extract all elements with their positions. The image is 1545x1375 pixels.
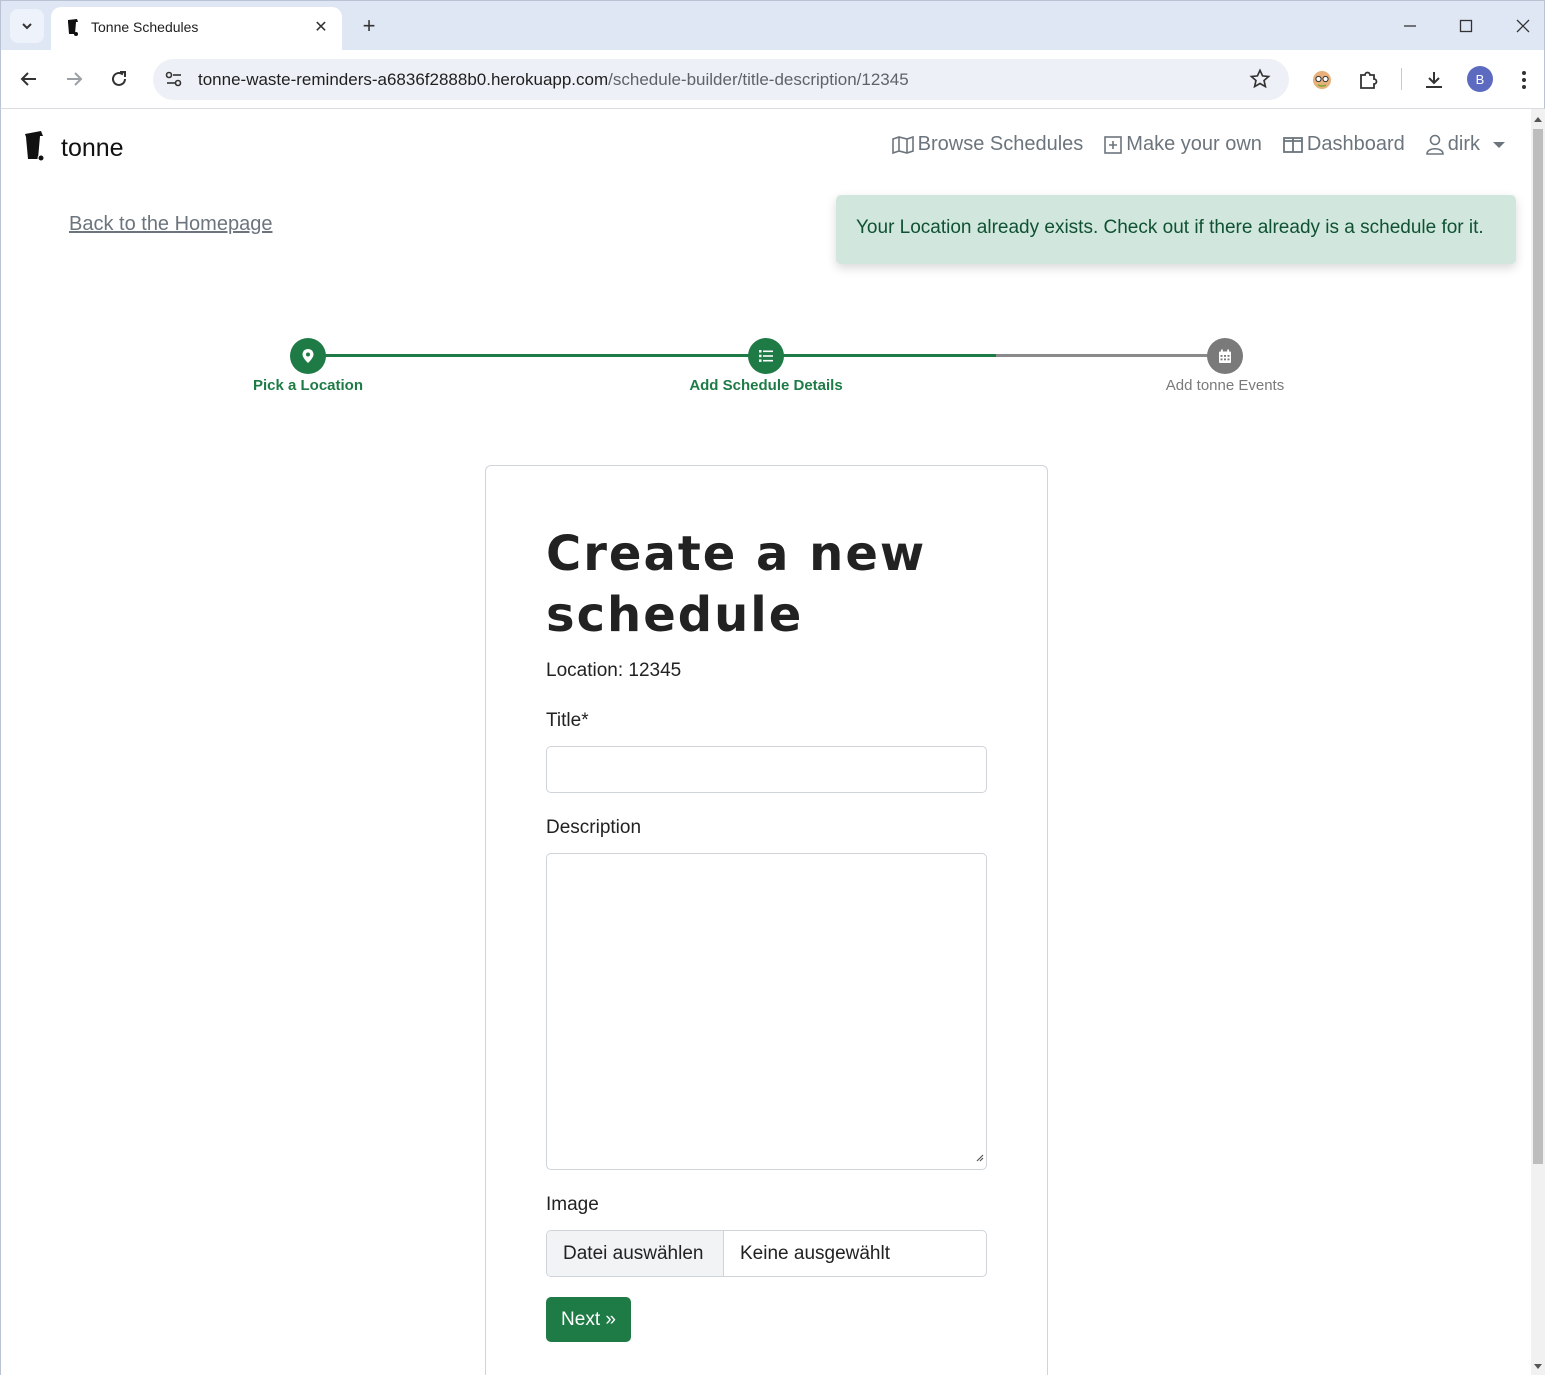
step-2-label: Add Schedule Details: [689, 377, 843, 394]
file-status: Keine ausgewählt: [740, 1242, 890, 1264]
profile-avatar[interactable]: B: [1467, 66, 1493, 92]
step-3-circle: [1207, 338, 1243, 374]
description-textarea[interactable]: [546, 853, 987, 1170]
minimize-button[interactable]: [1397, 13, 1423, 39]
close-window-button[interactable]: [1510, 13, 1536, 39]
browser-menu-icon[interactable]: [1510, 66, 1538, 94]
brand-name: tonne: [61, 134, 124, 162]
browser-tab-bar: Tonne Schedules ✕ +: [0, 0, 1545, 51]
download-icon[interactable]: [1420, 66, 1448, 94]
top-navigation: Browse Schedules Make your own Dashboard…: [891, 133, 1505, 156]
image-label: Image: [546, 1194, 599, 1215]
tab-search-button[interactable]: [10, 9, 44, 43]
step-3-label: Add tonne Events: [1165, 377, 1285, 394]
nav-dashboard[interactable]: Dashboard: [1282, 133, 1405, 156]
person-icon: [1425, 134, 1444, 155]
location-display: Location: 12345: [546, 660, 682, 681]
nav-user-menu[interactable]: dirk: [1425, 133, 1505, 156]
title-input[interactable]: [546, 746, 987, 793]
image-file-input[interactable]: Datei auswählen Keine ausgewählt: [546, 1230, 987, 1277]
nav-browse-schedules-label: Browse Schedules: [917, 133, 1084, 155]
page-viewport: tonne Browse Schedules Make your own Das…: [0, 109, 1531, 1375]
step-1-circle: [290, 338, 326, 374]
next-button[interactable]: Next »: [546, 1297, 631, 1342]
description-label: Description: [546, 817, 642, 838]
maximize-button[interactable]: [1453, 13, 1479, 39]
caret-down-icon: [1493, 141, 1505, 148]
map-icon: [891, 135, 914, 154]
browser-toolbar: tonne-waste-reminders-a6836f2888b0.herok…: [0, 50, 1545, 109]
nav-user-label: dirk: [1447, 133, 1480, 155]
scrollbar-thumb[interactable]: [1533, 129, 1543, 1164]
nav-browse-schedules[interactable]: Browse Schedules: [891, 133, 1084, 156]
back-button[interactable]: [14, 64, 44, 94]
arrow-left-icon: [20, 72, 36, 86]
title-label: Title*: [546, 710, 589, 731]
location-exists-alert: Your Location already exists. Check out …: [836, 195, 1516, 264]
columns-icon: [1283, 136, 1303, 153]
extensions-puzzle-icon[interactable]: [1354, 66, 1382, 94]
scroll-up-arrow-icon[interactable]: [1534, 117, 1542, 122]
new-tab-button[interactable]: +: [356, 13, 382, 39]
page-scrollbar[interactable]: [1531, 109, 1545, 1375]
tonne-bin-logo-icon: [21, 129, 49, 168]
choose-file-button[interactable]: Datei auswählen: [547, 1231, 724, 1276]
bookmark-star-icon[interactable]: [1249, 68, 1271, 95]
page-title: Create a new schedule: [546, 526, 927, 643]
nav-make-your-own[interactable]: Make your own: [1103, 133, 1262, 156]
arrow-right-icon: [67, 72, 83, 86]
resize-grip-icon[interactable]: [974, 1149, 984, 1167]
map-pin-icon: [302, 349, 314, 363]
extension-face-icon[interactable]: [1308, 66, 1336, 94]
tab-title: Tonne Schedules: [91, 19, 199, 35]
reload-button[interactable]: [104, 64, 134, 94]
address-bar[interactable]: tonne-waste-reminders-a6836f2888b0.herok…: [153, 59, 1289, 100]
browser-tab[interactable]: Tonne Schedules ✕: [51, 7, 342, 51]
stepper-line-pending: [996, 354, 1225, 357]
close-tab-icon[interactable]: ✕: [310, 16, 332, 38]
step-1-label: Pick a Location: [252, 377, 364, 394]
plus-square-icon: [1104, 135, 1123, 154]
url-path: /schedule-builder/title-description/1234…: [608, 70, 909, 89]
url-host: tonne-waste-reminders-a6836f2888b0.herok…: [198, 70, 609, 89]
scroll-down-arrow-icon[interactable]: [1534, 1364, 1542, 1369]
forward-button[interactable]: [59, 64, 89, 94]
tonne-bin-icon: [65, 18, 81, 41]
site-info-icon[interactable]: [163, 68, 185, 90]
brand[interactable]: tonne: [21, 129, 124, 168]
url-text: tonne-waste-reminders-a6836f2888b0.herok…: [198, 70, 909, 90]
calendar-icon: [1219, 349, 1231, 363]
list-icon: [759, 350, 773, 362]
stepper-line-complete: [308, 354, 996, 357]
nav-dashboard-label: Dashboard: [1306, 133, 1405, 155]
chevron-down-icon: [22, 23, 32, 30]
schedule-form-card: Create a new schedule Location: 12345 Ti…: [485, 465, 1048, 1375]
nav-make-your-own-label: Make your own: [1126, 133, 1262, 155]
back-to-homepage-link[interactable]: Back to the Homepage: [69, 213, 272, 236]
step-2-circle: [748, 338, 784, 374]
reload-icon: [112, 71, 126, 86]
toolbar-separator: [1401, 68, 1402, 90]
